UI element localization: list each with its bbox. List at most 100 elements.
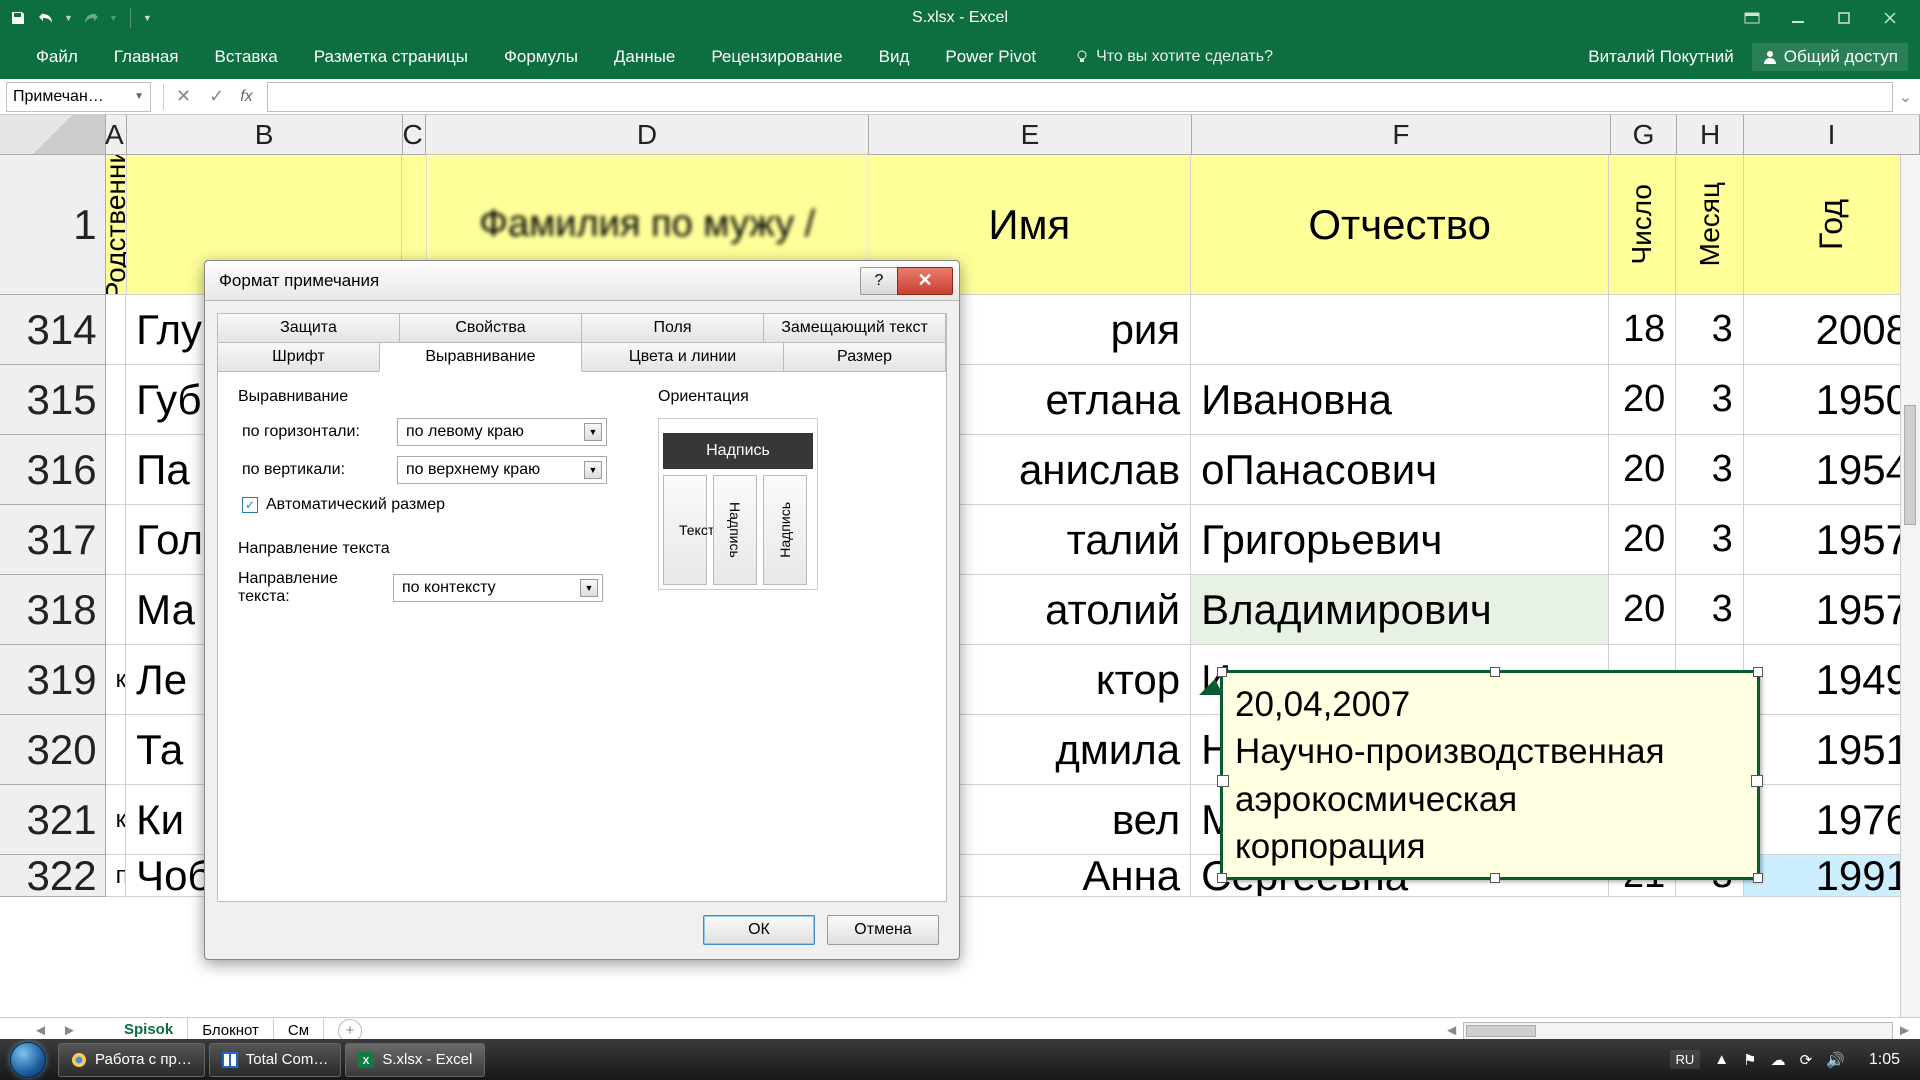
share-button[interactable]: Общий доступ (1752, 43, 1908, 71)
cancel-icon[interactable]: ✕ (176, 86, 191, 107)
cell[interactable]: п (106, 855, 127, 897)
name-box[interactable]: Примечан… ▼ (6, 82, 151, 112)
cell[interactable]: 2008 (1744, 295, 1920, 365)
cell[interactable]: Ивановна (1191, 365, 1609, 435)
close-icon[interactable] (1872, 6, 1908, 30)
cell[interactable]: 3 (1676, 295, 1743, 365)
combo-vertical[interactable]: по верхнему краю▼ (397, 456, 607, 484)
tell-me[interactable]: Что вы хотите сделать? (1074, 48, 1273, 66)
tab-alignment[interactable]: Выравнивание (379, 342, 582, 372)
volume-icon[interactable]: 🔊 (1826, 1051, 1845, 1069)
cell[interactable]: к (106, 785, 127, 855)
user-name[interactable]: Виталий Покутний (1588, 47, 1734, 67)
combo-direction[interactable]: по контексту▼ (393, 574, 603, 602)
formula-input[interactable] (267, 82, 1893, 112)
ribbon-options-icon[interactable] (1734, 6, 1770, 30)
cancel-button[interactable]: Отмена (827, 915, 939, 945)
header-cell[interactable]: Родственни (106, 155, 127, 295)
enter-icon[interactable]: ✓ (209, 86, 224, 107)
cell[interactable]: 1954 (1744, 435, 1920, 505)
tab-properties[interactable]: Свойства (399, 313, 582, 343)
cloud-sync-icon[interactable]: ⟳ (1800, 1051, 1813, 1069)
col-D[interactable]: D (426, 115, 868, 154)
tab-data[interactable]: Данные (596, 35, 693, 79)
row-header[interactable]: 315 (0, 365, 106, 435)
tab-formulas[interactable]: Формулы (486, 35, 596, 79)
cell[interactable]: 1957 (1744, 505, 1920, 575)
cell[interactable]: 20 (1609, 575, 1676, 645)
cell[interactable]: 20 (1609, 435, 1676, 505)
select-all-corner[interactable] (0, 115, 106, 154)
orientation-horizontal[interactable]: Надпись (663, 433, 813, 469)
sheet-nav-prev-icon[interactable]: ◄ (33, 1022, 48, 1039)
tab-margins[interactable]: Поля (581, 313, 764, 343)
orientation-vert2[interactable]: Надпись (763, 475, 807, 585)
header-cell[interactable]: Число (1609, 155, 1676, 295)
cell[interactable] (106, 505, 127, 575)
dialog-titlebar[interactable]: Формат примечания ? ✕ (205, 261, 959, 301)
taskbar-item[interactable]: Работа с пр… (58, 1043, 205, 1077)
minimize-icon[interactable] (1780, 6, 1816, 30)
cell[interactable]: 20 (1609, 505, 1676, 575)
col-E[interactable]: E (869, 115, 1192, 154)
cell[interactable] (1191, 295, 1609, 365)
row-header[interactable]: 314 (0, 295, 106, 365)
tab-view[interactable]: Вид (861, 35, 928, 79)
chevron-down-icon[interactable]: ▼ (134, 91, 144, 102)
row-header[interactable]: 321 (0, 785, 106, 855)
hscroll-right-icon[interactable]: ► (1897, 1022, 1912, 1039)
header-cell[interactable]: Год (1744, 155, 1920, 295)
tray-up-icon[interactable]: ▲ (1714, 1051, 1729, 1068)
tab-review[interactable]: Рецензирование (693, 35, 860, 79)
cell[interactable]: 18 (1609, 295, 1676, 365)
close-button[interactable]: ✕ (897, 267, 953, 295)
tab-protection[interactable]: Защита (217, 313, 400, 343)
cell[interactable] (106, 575, 127, 645)
row-header[interactable]: 320 (0, 715, 106, 785)
tab-file[interactable]: Файл (18, 35, 96, 79)
cell[interactable]: к (106, 645, 127, 715)
cell[interactable] (106, 365, 127, 435)
cell[interactable]: 1991 (1744, 855, 1920, 897)
clock[interactable]: 1:05 (1859, 1051, 1910, 1069)
cell[interactable]: 1957 (1744, 575, 1920, 645)
header-cell[interactable]: Месяц (1676, 155, 1743, 295)
cell-comment[interactable]: 20,04,2007 Научно-производственная аэрок… (1220, 670, 1760, 880)
cell[interactable] (106, 715, 127, 785)
row-header[interactable]: 317 (0, 505, 106, 575)
cell[interactable]: 3 (1676, 575, 1743, 645)
col-C[interactable]: C (403, 115, 427, 154)
undo-icon[interactable] (36, 8, 56, 28)
qat-customize-icon[interactable]: ▼ (143, 13, 152, 23)
cell[interactable]: оПанасович (1191, 435, 1609, 505)
tab-insert[interactable]: Вставка (197, 35, 296, 79)
cell[interactable] (106, 295, 127, 365)
help-button[interactable]: ? (860, 267, 898, 295)
col-B[interactable]: B (127, 115, 403, 154)
row-header-1[interactable]: 1 (0, 155, 106, 295)
cell[interactable]: 1949 (1744, 645, 1920, 715)
cell[interactable]: 3 (1676, 365, 1743, 435)
cell[interactable]: 1951 (1744, 715, 1920, 785)
col-I[interactable]: I (1744, 115, 1920, 154)
cloud-icon[interactable]: ☁ (1771, 1051, 1786, 1069)
horizontal-scrollbar[interactable] (1463, 1022, 1893, 1040)
checkbox-autosize[interactable]: ✓ Автоматический размер (242, 496, 926, 514)
save-icon[interactable] (8, 8, 28, 28)
row-header[interactable]: 322 (0, 855, 106, 897)
row-header[interactable]: 316 (0, 435, 106, 505)
tab-alttext[interactable]: Замещающий текст (763, 313, 946, 343)
fx-icon[interactable]: fx (240, 88, 252, 106)
cell[interactable]: 3 (1676, 435, 1743, 505)
cell[interactable]: 20 (1609, 365, 1676, 435)
flag-icon[interactable]: ⚑ (1743, 1051, 1756, 1069)
sheet-nav-next-icon[interactable]: ► (62, 1022, 77, 1039)
taskbar-item[interactable]: X S.xlsx - Excel (345, 1043, 485, 1077)
tab-size[interactable]: Размер (783, 342, 946, 372)
cell[interactable]: Григорьевич (1191, 505, 1609, 575)
tab-font[interactable]: Шрифт (217, 342, 380, 372)
vertical-scrollbar[interactable] (1900, 155, 1920, 1017)
hscroll-left-icon[interactable]: ◄ (1444, 1022, 1459, 1039)
start-button[interactable] (0, 1040, 56, 1080)
tab-colors[interactable]: Цвета и линии (581, 342, 784, 372)
